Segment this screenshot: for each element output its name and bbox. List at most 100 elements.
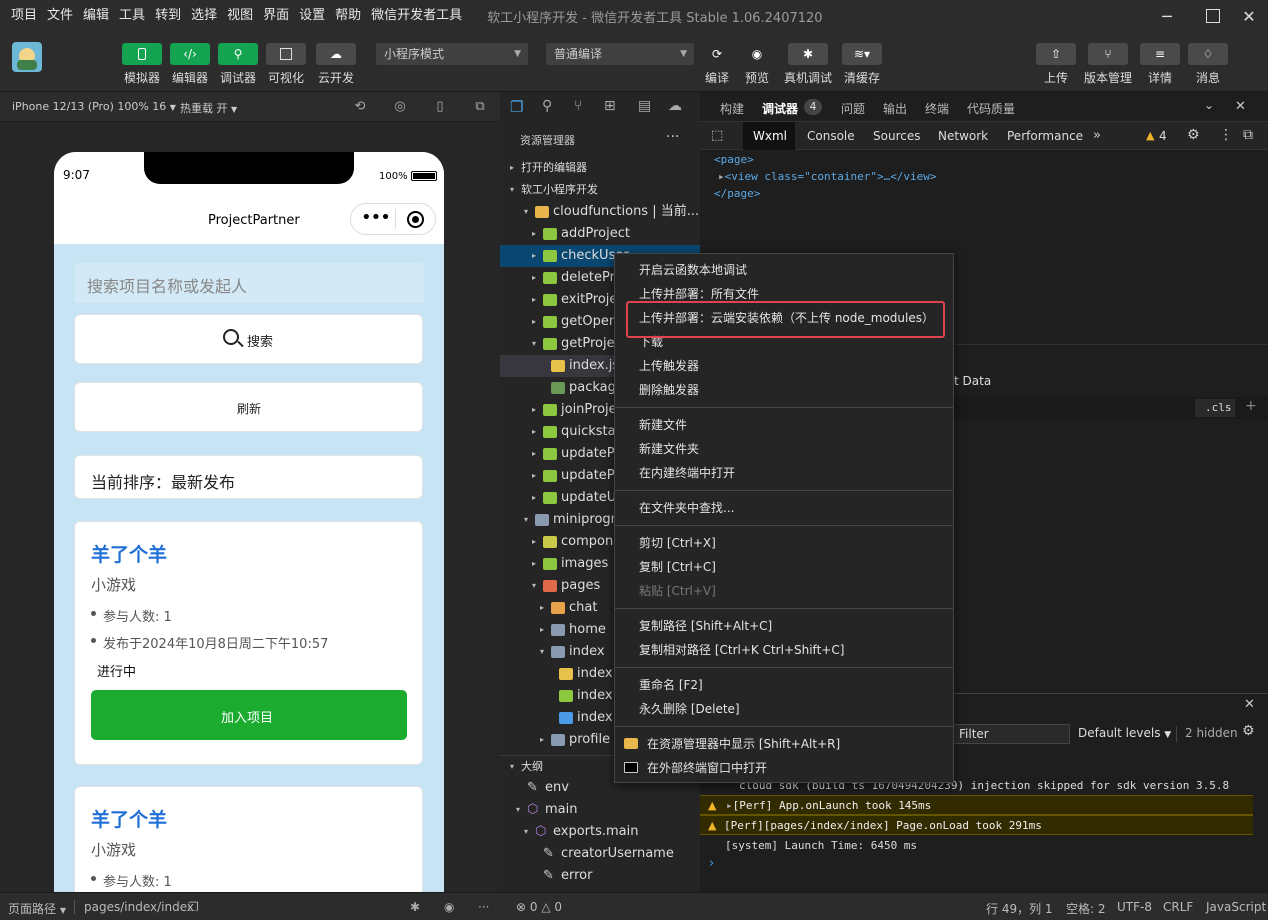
tab-wxml[interactable]: Wxml <box>753 129 787 143</box>
wxml-view-node[interactable]: ▸<view class="container">…</view> <box>718 170 937 183</box>
outline-item[interactable]: ✎ creatorUsername <box>500 843 700 865</box>
hot-reload-toggle[interactable]: 热重载 开 ▼ <box>180 100 237 116</box>
console-filter-input[interactable]: Filter <box>950 724 1070 744</box>
page-path[interactable]: pages/index/index <box>84 900 194 914</box>
menu-select[interactable]: 选择 <box>186 0 222 32</box>
rotate-icon[interactable]: ⟲ <box>352 99 368 115</box>
context-menu-item[interactable]: 在资源管理器中显示 [Shift+Alt+R] <box>647 737 840 751</box>
context-menu-item[interactable]: 在内建终端中打开 <box>639 466 735 480</box>
console-prompt-icon[interactable]: › <box>709 856 714 871</box>
context-menu-item[interactable]: 复制 [Ctrl+C] <box>639 560 716 574</box>
popout-icon[interactable]: ⧉ <box>472 99 488 115</box>
capsule-button[interactable]: ••• <box>350 203 436 235</box>
problems-indicator[interactable]: ⊗ 0 △ 0 <box>516 900 562 914</box>
debugger-button[interactable]: ⚲ 调试器 <box>218 43 258 86</box>
search-icon[interactable]: ⚲ <box>542 98 552 114</box>
menu-goto[interactable]: 转到 <box>150 0 186 32</box>
encoding[interactable]: UTF-8 <box>1117 900 1152 914</box>
page-path-select[interactable]: 页面路径 ▼ <box>8 900 66 917</box>
wxml-page-open[interactable]: <page> <box>714 153 754 166</box>
context-menu-item[interactable]: 在文件夹中查找... <box>639 501 734 515</box>
project-card[interactable]: 羊了个羊 小游戏 参与人数: 1 发布于2024年10月8日周二下午10:57 … <box>74 521 423 765</box>
git-icon[interactable]: ⑂ <box>574 98 582 114</box>
files-icon[interactable]: ❐ <box>510 98 523 116</box>
inspect-icon[interactable]: ⬚ <box>711 128 723 143</box>
context-menu-item[interactable]: 上传触发器 <box>639 359 699 373</box>
menu-file[interactable]: 文件 <box>42 0 78 32</box>
context-menu-item[interactable]: 剪切 [Ctrl+X] <box>639 536 716 550</box>
project-card[interactable]: 羊了个羊 小游戏 参与人数: 1 <box>74 786 423 892</box>
context-menu-item[interactable]: 在外部终端窗口中打开 <box>647 761 767 775</box>
more-icon[interactable]: ··· <box>478 900 489 914</box>
cloud-button[interactable]: ☁ 云开发 <box>316 43 356 86</box>
close-icon[interactable]: ✕ <box>1235 99 1246 114</box>
join-project-button[interactable]: 加入项目 <box>91 690 407 740</box>
tab-problems[interactable]: 问题 <box>841 100 865 117</box>
context-menu-item[interactable]: 重命名 [F2] <box>639 678 703 692</box>
language-mode[interactable]: JavaScript <box>1206 900 1266 914</box>
more-tabs-icon[interactable]: » <box>1093 128 1101 143</box>
tab-performance[interactable]: Performance <box>1007 129 1083 143</box>
menu-settings[interactable]: 设置 <box>294 0 330 32</box>
eye-icon[interactable]: ◉ <box>444 900 454 914</box>
open-editors-section[interactable]: ▸ 打开的编辑器 <box>500 157 700 179</box>
sort-selector[interactable]: 当前排序：最新发布 <box>74 455 423 499</box>
tab-build[interactable]: 构建 <box>720 100 744 117</box>
phone-icon[interactable]: ▯ <box>432 99 448 115</box>
mode-select[interactable]: 小程序模式 ▼ <box>376 43 528 65</box>
context-menu-item[interactable]: 上传并部署：所有文件 <box>639 287 759 301</box>
console-warning-row[interactable]: ▲ ▸[Perf] App.onLaunch took 145ms <box>700 795 1253 815</box>
outline-item[interactable]: ✎ error <box>500 865 700 887</box>
context-menu-item[interactable]: 永久删除 [Delete] <box>639 702 740 716</box>
stop-icon[interactable]: ◎ <box>392 99 408 115</box>
clear-cache-button[interactable]: ≋▾ 清缓存 <box>842 43 882 86</box>
menu-wechat-devtools[interactable]: 微信开发者工具 <box>366 0 467 32</box>
tab-console[interactable]: Console <box>807 129 855 143</box>
outline-item[interactable]: ▾ ⬡ exports.main <box>500 821 700 843</box>
menu-project[interactable]: 项目 <box>0 0 42 32</box>
avatar[interactable] <box>12 42 42 72</box>
visual-button[interactable]: 可视化 <box>266 43 306 86</box>
maximize-button[interactable] <box>1196 0 1230 32</box>
context-menu-item[interactable]: 粘贴 [Ctrl+V] <box>639 584 716 598</box>
device-select[interactable]: iPhone 12/13 (Pro) 100% 16 ▼ <box>12 100 176 113</box>
gear-icon[interactable]: ⚙ <box>1187 127 1200 143</box>
menu-view[interactable]: 视图 <box>222 0 258 32</box>
menu-help[interactable]: 帮助 <box>330 0 366 32</box>
menu-edit[interactable]: 编辑 <box>78 0 114 32</box>
more-icon[interactable]: ⋮ <box>1219 127 1233 143</box>
context-menu-item[interactable]: 复制路径 [Shift+Alt+C] <box>639 619 772 633</box>
close-window-button[interactable]: ✕ <box>1232 0 1266 32</box>
search-input[interactable]: 搜索项目名称或发起人 <box>74 263 424 303</box>
tree-item[interactable]: ▸ addProject <box>500 223 700 245</box>
editor-button[interactable]: ‹/› 编辑器 <box>170 43 210 86</box>
refresh-button[interactable]: 刷新 <box>74 382 423 432</box>
context-menu-item[interactable]: 复制相对路径 [Ctrl+K Ctrl+Shift+C] <box>639 643 844 657</box>
tree-item[interactable]: ▾ cloudfunctions | 当前... <box>500 201 700 223</box>
console-warning-row[interactable]: ▲ [Perf][pages/index/index] Page.onLoad … <box>700 815 1253 835</box>
details-button[interactable]: ≡ 详情 <box>1140 43 1180 86</box>
copy-icon[interactable]: ❐ <box>188 900 199 914</box>
tab-terminal[interactable]: 终端 <box>925 100 949 117</box>
tab-output[interactable]: 输出 <box>883 100 907 117</box>
context-menu-item[interactable]: 新建文件 <box>639 418 687 432</box>
levels-select[interactable]: Default levels ▼ <box>1078 726 1171 740</box>
messages-button[interactable]: ♢ 消息 <box>1188 43 1228 86</box>
docker-icon[interactable]: ☁ <box>668 98 682 114</box>
more-icon[interactable]: ••• <box>361 208 391 228</box>
tab-network[interactable]: Network <box>938 129 988 143</box>
gear-icon[interactable]: ⚙ <box>1242 723 1255 739</box>
minimize-button[interactable]: ─ <box>1150 0 1184 32</box>
search-button[interactable]: 搜索 <box>74 314 423 364</box>
context-menu-item[interactable]: 删除触发器 <box>639 383 699 397</box>
tab-debugger[interactable]: 调试器 <box>762 100 798 117</box>
wxml-page-close[interactable]: </page> <box>714 187 760 200</box>
menu-interface[interactable]: 界面 <box>258 0 294 32</box>
menu-tools[interactable]: 工具 <box>114 0 150 32</box>
compile-select[interactable]: 普通编译 ▼ <box>546 43 694 65</box>
more-icon[interactable]: ··· <box>666 129 679 145</box>
bug-icon[interactable]: ✱ <box>410 900 420 914</box>
cls-button[interactable]: .cls <box>1195 399 1235 417</box>
device-debug-button[interactable]: ✱ 真机调试 <box>784 43 832 86</box>
warning-icon[interactable]: ▲ <box>1146 129 1154 142</box>
